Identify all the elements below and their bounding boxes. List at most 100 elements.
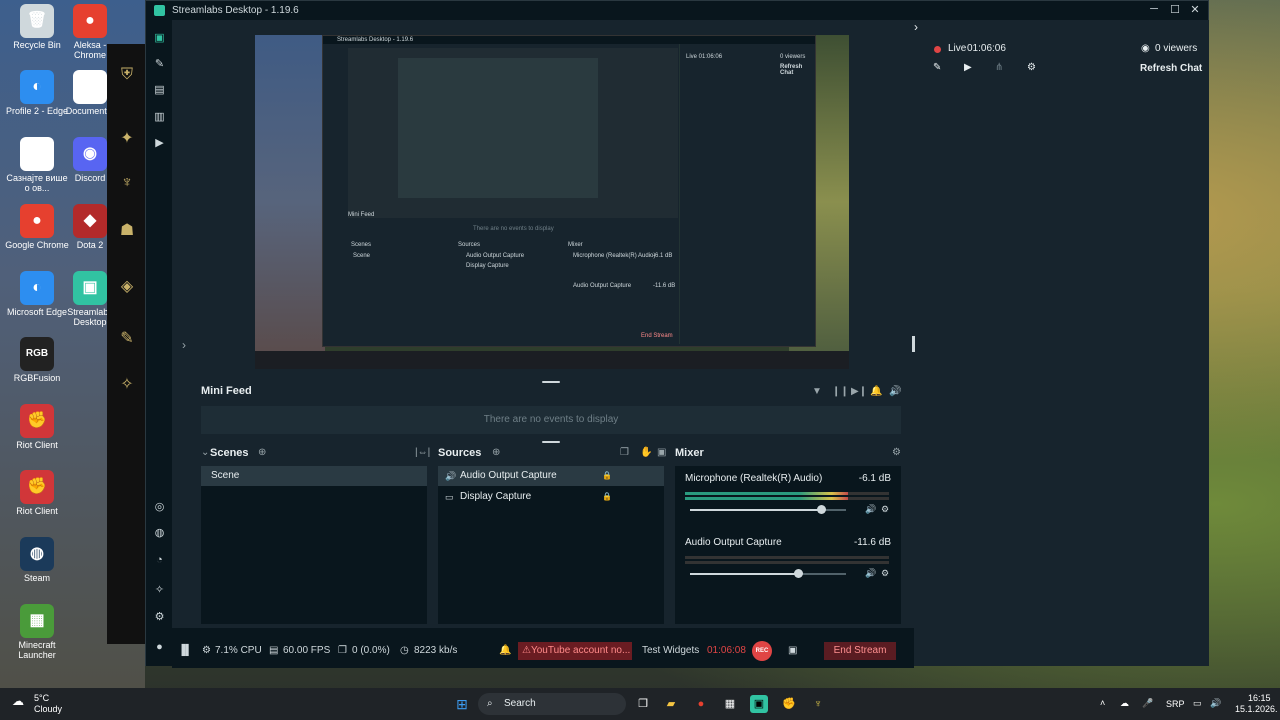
chevron-right-icon[interactable]: ›	[914, 20, 918, 34]
bell-icon[interactable]: 🔔	[499, 645, 511, 656]
scene-item[interactable]: Scene	[201, 466, 427, 486]
settings-icon[interactable]: ⚙	[153, 611, 166, 624]
profile-icon[interactable]: ●	[153, 641, 166, 654]
meter-fill	[685, 492, 849, 495]
volume-slider[interactable]	[690, 505, 846, 514]
edit-icon[interactable]: ✎	[933, 62, 941, 73]
language-indicator[interactable]: SRP	[1166, 699, 1185, 709]
slider-knob[interactable]	[817, 505, 827, 514]
weather-icon[interactable]: ☁	[12, 694, 24, 708]
volume-icon[interactable]: 🔊	[889, 386, 901, 397]
filter-icon[interactable]: ▼	[812, 386, 822, 397]
share-icon[interactable]: ⋔	[995, 62, 1003, 73]
minimize-icon[interactable]: ─	[1144, 3, 1164, 15]
store-icon[interactable]: ▦	[721, 695, 739, 713]
desktop-icon[interactable]: ✊ Riot Client	[5, 404, 69, 450]
youtube-warning[interactable]: ⚠YouTube account no...	[518, 642, 632, 660]
stream-preview[interactable]: Streamlabs Desktop - 1.19.6 Live 01:06:0…	[255, 35, 849, 369]
source-settings-icon[interactable]: ✋	[640, 447, 652, 458]
replay-buffer-icon[interactable]: ▣	[788, 645, 797, 656]
desktop-icon[interactable]: ◍ Steam	[5, 537, 69, 583]
preview-viewers: 0 viewers	[780, 54, 806, 60]
layouts-icon[interactable]: ▥	[153, 111, 166, 124]
dota-icon: ✎	[120, 330, 134, 347]
preview-empty: There are no events to display	[473, 226, 554, 232]
chevron-up-icon[interactable]: ˄	[1100, 698, 1105, 708]
desktop-icon[interactable]: ▦ Minecraft Launcher	[5, 604, 69, 660]
widgets-icon[interactable]: ◔	[153, 554, 166, 567]
slider-knob[interactable]	[793, 569, 803, 578]
refresh-chat-button[interactable]: Refresh Chat	[1140, 63, 1202, 74]
channel-settings-icon[interactable]: ⚙	[881, 568, 889, 579]
app-icon[interactable]: ♆	[809, 695, 827, 713]
preview-live: Live 01:06:06	[686, 54, 723, 60]
task-view-icon[interactable]: ❐	[634, 695, 652, 713]
rec-button[interactable]: REC	[752, 641, 772, 661]
mixer-channel-db: -11.6 dB	[853, 537, 891, 548]
stats-icon[interactable]: ▐▌	[178, 645, 192, 656]
app-icon: ✊	[20, 404, 54, 438]
desktop-icon[interactable]: ✊ Riot Client	[5, 470, 69, 516]
skip-icon[interactable]: ▶❙	[851, 386, 867, 397]
preview-chat: Live 01:06:06 0 viewers Refresh Chat	[679, 44, 814, 344]
recording-icon[interactable]: ◍	[153, 527, 166, 540]
ai-icon[interactable]: ✧	[153, 584, 166, 597]
preview-title: Streamlabs Desktop - 1.19.6	[337, 37, 414, 43]
desktop-icon-label: Steam	[23, 573, 50, 583]
volume-meter	[685, 492, 889, 495]
search-input[interactable]: ⌕ Search	[478, 693, 626, 715]
fps-value: 60.00 FPS	[283, 645, 331, 656]
chevron-down-icon[interactable]: ⌄	[201, 447, 209, 458]
pane-resize-handle[interactable]	[912, 336, 915, 352]
network-icon[interactable]: ▭	[1193, 698, 1202, 709]
mic-icon[interactable]: 🎤	[1142, 698, 1153, 709]
mute-icon[interactable]: 🔊	[865, 504, 876, 515]
pause-icon[interactable]: ❙❙	[832, 386, 849, 397]
highlighter-icon[interactable]: ◎	[153, 501, 166, 514]
volume-slider[interactable]	[690, 569, 846, 578]
add-source-icon[interactable]: ⊕	[492, 447, 500, 458]
preview-minifeed: Mini Feed	[348, 212, 375, 218]
source-item[interactable]: ▭ Display Capture 🔒	[438, 487, 664, 507]
onedrive-icon[interactable]: ☁	[1120, 698, 1129, 709]
maximize-icon[interactable]: ☐	[1165, 3, 1185, 16]
streamlabs-icon[interactable]: ▣	[750, 695, 768, 713]
editor-icon[interactable]: ▣	[153, 32, 166, 45]
file-explorer-icon[interactable]: ▰	[662, 695, 680, 713]
mixer-settings-icon[interactable]: ⚙	[892, 447, 901, 458]
viewer-count: 0 viewers	[1155, 43, 1198, 54]
streamlabs-window: Streamlabs Desktop - 1.19.6 ─ ☐ ✕ ▣ ✎ ▤ …	[145, 0, 1209, 668]
weather-desc: Cloudy	[34, 704, 63, 714]
source-item[interactable]: 🔊 Audio Output Capture 🔒	[438, 466, 664, 486]
app-icon: ◆	[73, 204, 107, 238]
settings-icon[interactable]: ⚙	[1027, 62, 1036, 73]
youtube-warning-text: YouTube account no...	[530, 645, 631, 656]
folder-icon[interactable]: ▣	[657, 447, 666, 458]
add-scene-icon[interactable]: ⊕	[258, 447, 266, 458]
riot-icon[interactable]: ✊	[780, 695, 798, 713]
chrome-icon[interactable]: ●	[692, 695, 710, 713]
preview-refresh: Refresh Chat	[780, 64, 803, 76]
dota-icon: ◈	[120, 278, 134, 295]
mute-icon[interactable]: 🔊	[865, 568, 876, 579]
test-widgets-button[interactable]: Test Widgets	[642, 645, 699, 656]
volume-icon[interactable]: 🔊	[1210, 698, 1221, 709]
resize-handle[interactable]	[542, 441, 560, 443]
play-icon[interactable]: ▶	[153, 137, 166, 150]
start-icon[interactable]: ⊞	[453, 695, 471, 713]
camera-icon[interactable]: ▶	[964, 62, 972, 73]
end-stream-button[interactable]: End Stream	[824, 642, 896, 660]
bell-icon[interactable]: 🔔	[870, 386, 882, 397]
lock-icon[interactable]: 🔒	[602, 487, 612, 507]
resize-handle[interactable]	[542, 381, 560, 383]
channel-settings-icon[interactable]: ⚙	[881, 504, 889, 515]
store-icon[interactable]: ▤	[153, 84, 166, 97]
desktop-icon[interactable]: RGB RGBFusion	[5, 337, 69, 383]
themes-icon[interactable]: ✎	[153, 58, 166, 71]
close-icon[interactable]: ✕	[1185, 3, 1205, 16]
lock-icon[interactable]: 🔒	[602, 466, 612, 486]
preview-streamlabs-window: Streamlabs Desktop - 1.19.6 Live 01:06:0…	[322, 35, 816, 347]
chevron-right-icon[interactable]: ›	[182, 338, 186, 352]
source-group-icon[interactable]: ❐	[620, 447, 629, 458]
scene-transitions-icon[interactable]: |⇔|	[415, 447, 430, 458]
